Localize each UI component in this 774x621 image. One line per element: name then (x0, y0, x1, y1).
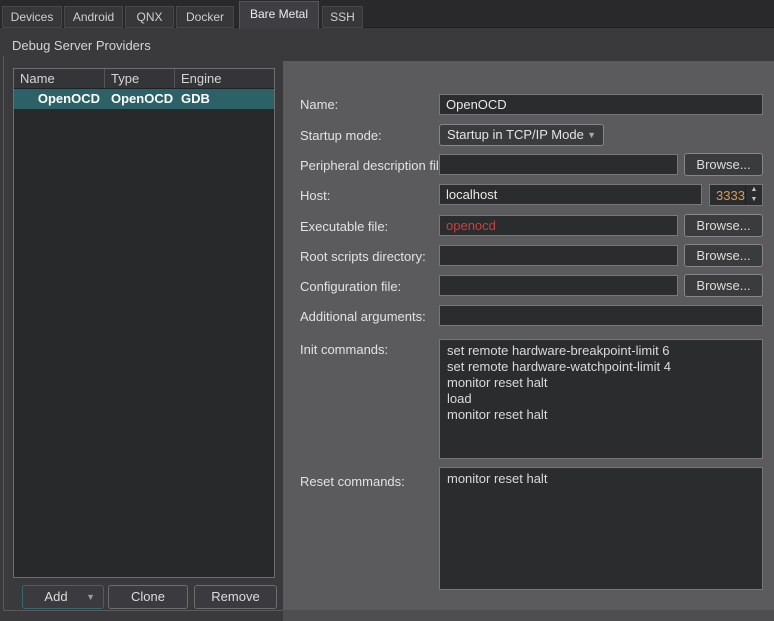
name-input[interactable] (439, 94, 763, 115)
tab-android[interactable]: Android (64, 6, 123, 28)
clone-button[interactable]: Clone (108, 585, 188, 609)
peripheral-file-input[interactable] (439, 154, 678, 175)
column-header-name[interactable]: Name (14, 69, 105, 88)
reset-commands-textarea[interactable]: monitor reset halt (439, 467, 763, 590)
configuration-file-input[interactable] (439, 275, 678, 296)
tab-bare-metal[interactable]: Bare Metal (239, 1, 319, 29)
root-scripts-input[interactable] (439, 245, 678, 266)
host-label: Host: (300, 188, 330, 203)
column-header-engine[interactable]: Engine (175, 69, 274, 88)
chevron-down-icon: ▼ (86, 586, 95, 608)
startup-mode-value: Startup in TCP/IP Mode (447, 127, 584, 142)
additional-arguments-input[interactable] (439, 305, 763, 326)
tab-docker[interactable]: Docker (176, 6, 234, 28)
root-scripts-label: Root scripts directory: (300, 249, 426, 264)
providers-table: Name Type Engine OpenOCD OpenOCD GDB (13, 68, 275, 578)
cell-type: OpenOCD (105, 89, 175, 109)
peripheral-file-browse-button[interactable]: Browse... (684, 153, 763, 176)
executable-file-input[interactable] (439, 215, 678, 236)
peripheral-file-label: Peripheral description file: (300, 158, 450, 173)
additional-arguments-label: Additional arguments: (300, 309, 426, 324)
options-window: Devices Android QNX Docker Bare Metal SS… (0, 0, 774, 621)
tab-devices[interactable]: Devices (2, 6, 62, 28)
remove-button[interactable]: Remove (194, 585, 277, 609)
configuration-file-browse-button[interactable]: Browse... (684, 274, 763, 297)
executable-file-label: Executable file: (300, 219, 388, 234)
spin-up-icon[interactable]: ▲ (746, 185, 762, 195)
table-row[interactable]: OpenOCD OpenOCD GDB (14, 89, 274, 109)
cell-engine: GDB (175, 89, 274, 109)
startup-mode-label: Startup mode: (300, 128, 382, 143)
root-scripts-browse-button[interactable]: Browse... (684, 244, 763, 267)
section-title: Debug Server Providers (12, 38, 151, 53)
cell-name: OpenOCD (14, 89, 105, 109)
table-header: Name Type Engine (14, 69, 274, 89)
groupbox-border-left (3, 56, 4, 611)
configuration-file-label: Configuration file: (300, 279, 401, 294)
tab-bar: Devices Android QNX Docker Bare Metal SS… (0, 0, 774, 28)
port-spinner[interactable]: ▲ ▼ (709, 184, 763, 206)
add-button-label: Add (44, 589, 67, 604)
groupbox-border-bottom (3, 610, 283, 611)
name-label: Name: (300, 97, 338, 112)
chevron-down-icon: ▼ (587, 125, 596, 145)
tab-ssh[interactable]: SSH (322, 6, 363, 28)
column-header-type[interactable]: Type (105, 69, 175, 88)
add-button[interactable]: Add ▼ (22, 585, 104, 609)
init-commands-label: Init commands: (300, 342, 388, 357)
panel-bottom-band (283, 610, 774, 621)
spinner-arrows: ▲ ▼ (745, 185, 762, 205)
startup-mode-select[interactable]: Startup in TCP/IP Mode ▼ (439, 124, 604, 146)
host-input[interactable] (439, 184, 702, 205)
reset-commands-label: Reset commands: (300, 474, 405, 489)
port-input[interactable] (710, 185, 745, 205)
tab-qnx[interactable]: QNX (125, 6, 174, 28)
executable-file-browse-button[interactable]: Browse... (684, 214, 763, 237)
spin-down-icon[interactable]: ▼ (746, 195, 762, 205)
init-commands-textarea[interactable]: set remote hardware-breakpoint-limit 6 s… (439, 339, 763, 459)
